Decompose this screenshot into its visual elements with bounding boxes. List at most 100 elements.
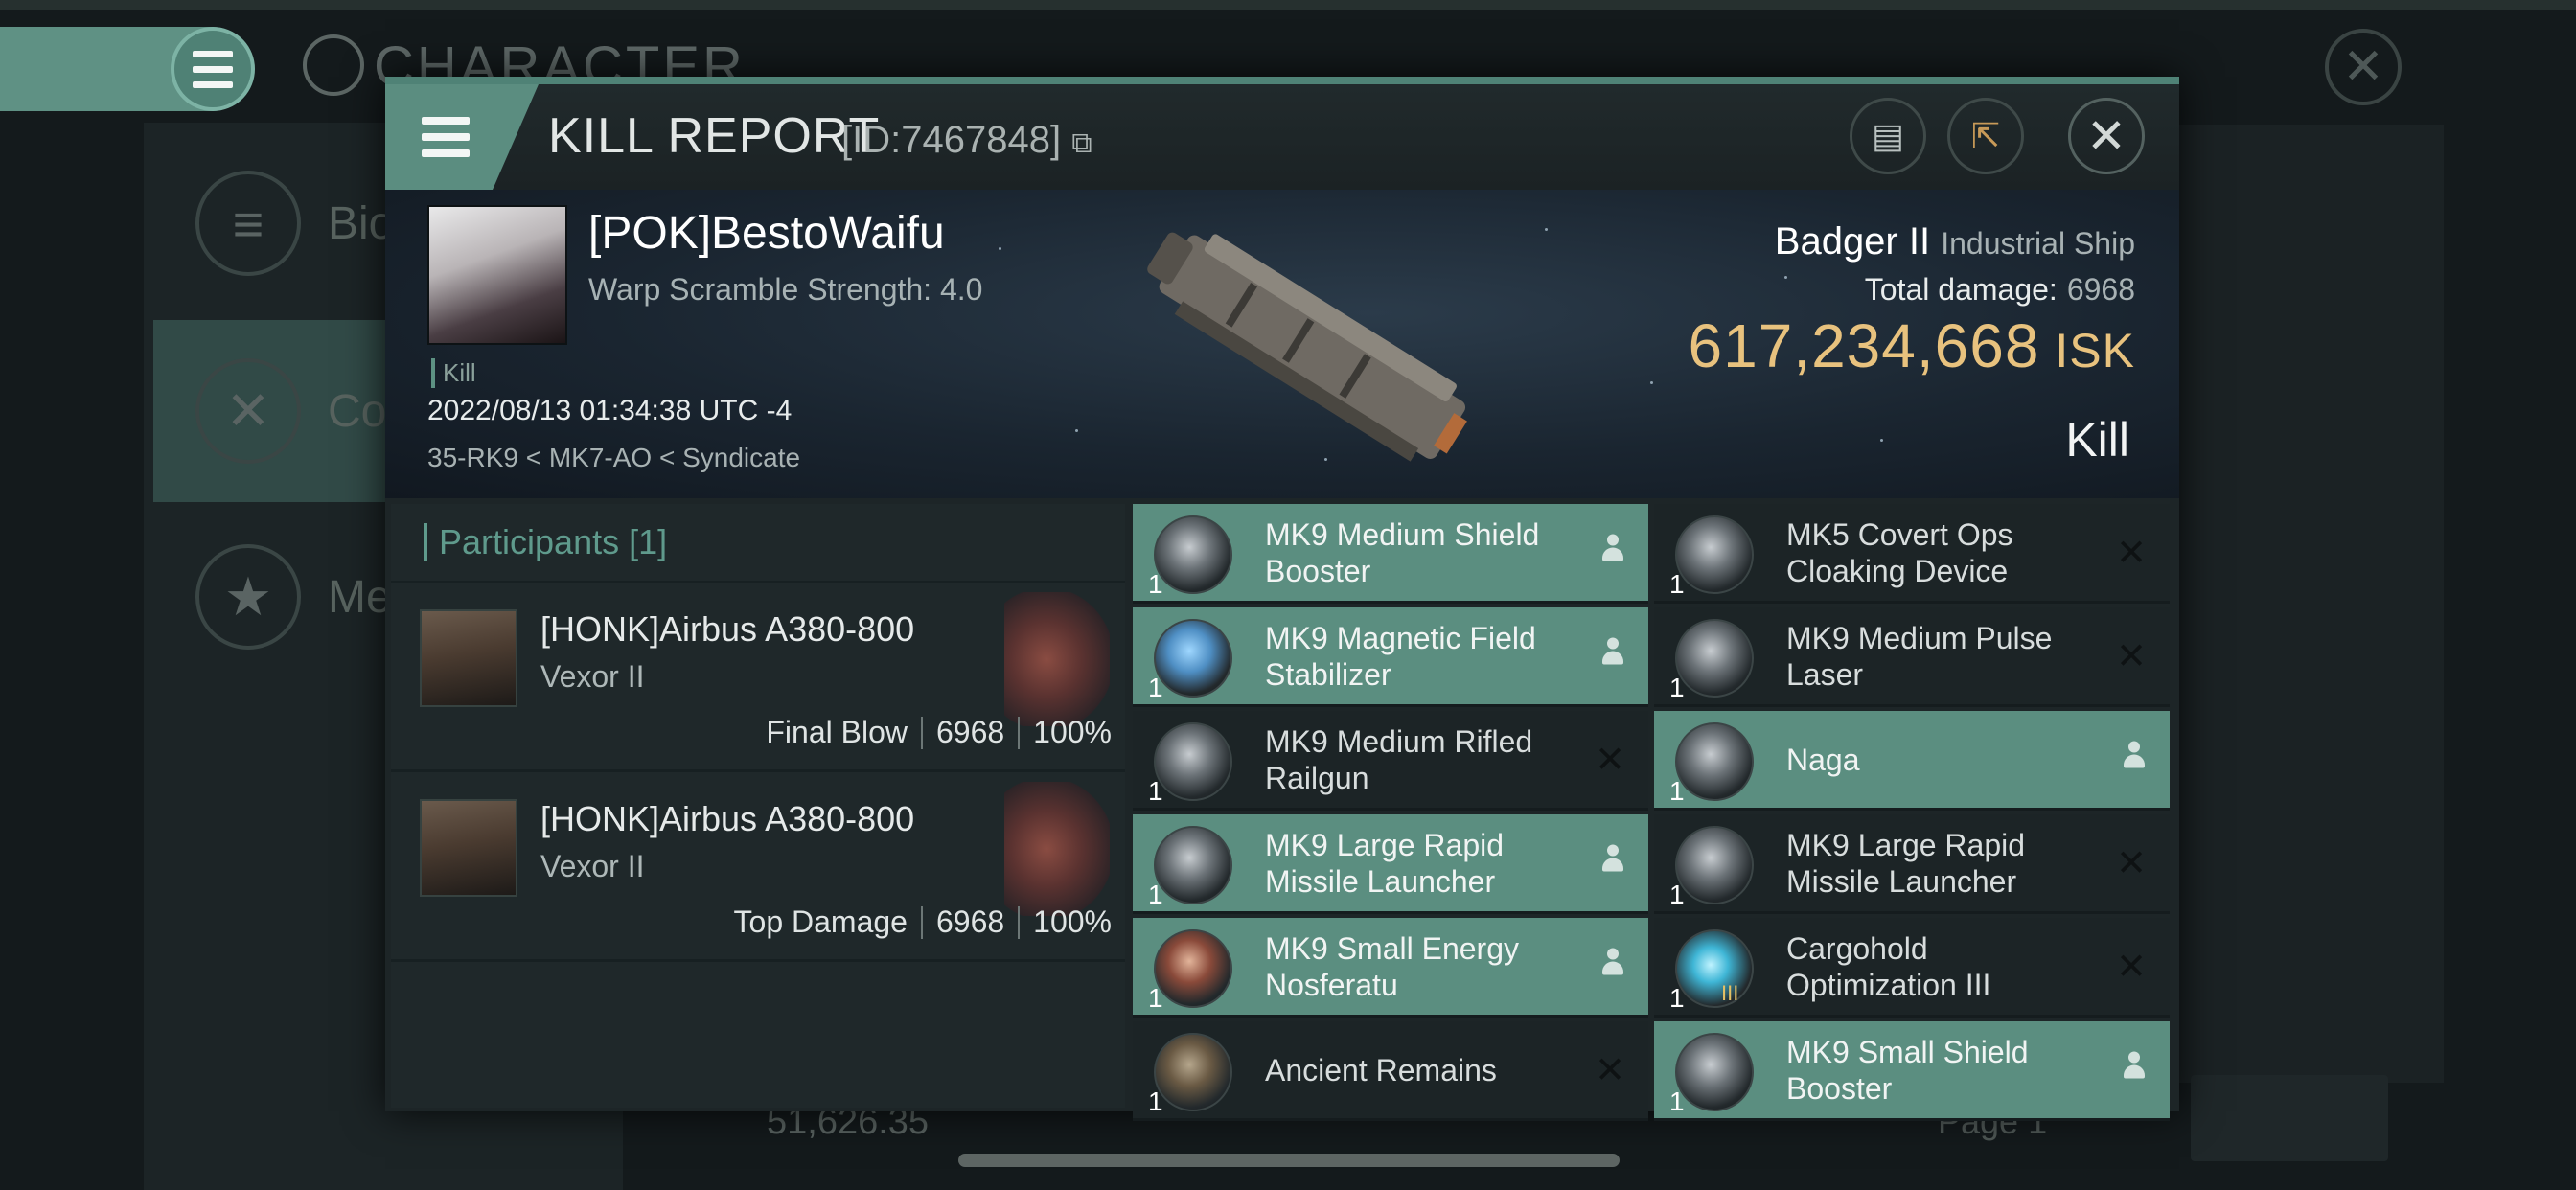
module-name: MK9 Large Rapid Missile Launcher: [1786, 827, 2026, 899]
destroyed-x-icon: ✕: [1595, 740, 1625, 780]
ancient-remains-icon: [1154, 1033, 1232, 1111]
attacker-percent: 100%: [1033, 715, 1112, 749]
share-icon: ⇱: [1970, 116, 2001, 155]
top-status-line: [0, 0, 2576, 10]
module-quantity: 1: [1669, 983, 1685, 1013]
module-name: Cargohold Optimization III: [1786, 930, 1991, 1002]
module-item[interactable]: 1 MK9 Magnetic Field Stabilizer: [1133, 607, 1648, 707]
module-item[interactable]: 1 MK9 Small Energy Nosferatu: [1133, 918, 1648, 1018]
module-item[interactable]: 1 MK9 Large Rapid Missile Launcher ✕: [1654, 814, 2170, 914]
module-quantity: 1: [1148, 880, 1163, 909]
module-quantity: 1: [1148, 569, 1163, 599]
copy-icon[interactable]: ⧉: [1071, 127, 1092, 159]
destroyed-x-icon: ✕: [2116, 533, 2147, 573]
report-button[interactable]: ▤: [1850, 98, 1926, 174]
warp-scramble-strength: Warp Scramble Strength: 4.0: [588, 272, 983, 307]
attacker-portrait[interactable]: [420, 609, 518, 707]
module-name: MK9 Large Rapid Missile Launcher: [1265, 827, 1505, 899]
attacker-role: Top Damage: [733, 904, 908, 939]
module-quantity: 1: [1669, 776, 1685, 806]
magnetic-field-stabilizer-icon: [1154, 619, 1232, 698]
missile-launcher-icon: [1675, 826, 1754, 904]
sidebar-item-label: Bio: [328, 197, 395, 249]
dialog-menu-button[interactable]: [385, 84, 539, 190]
module-item[interactable]: 1 MK9 Small Shield Booster: [1654, 1021, 2170, 1121]
crossed-swords-icon: ✕: [196, 358, 301, 464]
fitted-modules-grid: 1 MK9 Medium Shield Booster 1 MK5 Covert…: [1133, 504, 2177, 1121]
module-name: MK9 Medium Pulse Laser: [1786, 620, 2053, 692]
kill-tag: Kill: [431, 358, 476, 388]
dropped-person-icon: [1600, 844, 1625, 881]
module-item[interactable]: 1 Naga: [1654, 711, 2170, 811]
shield-booster-icon: [1154, 515, 1232, 594]
module-name: MK9 Magnetic Field Stabilizer: [1265, 620, 1536, 692]
attacker-damage: 6968: [935, 904, 1005, 939]
isk-unit: ISK: [2055, 324, 2135, 378]
filter-button[interactable]: [2191, 1075, 2388, 1161]
participants-title: Participants: [439, 522, 620, 561]
hamburger-icon: [422, 117, 470, 157]
kill-result: Kill: [2065, 413, 2129, 467]
destroyed-x-icon: ✕: [1595, 1050, 1625, 1090]
module-quantity: 1: [1669, 673, 1685, 702]
module-quantity: 1: [1669, 880, 1685, 909]
isk-value: 617,234,668 ISK: [1689, 310, 2136, 381]
nosferatu-icon: [1154, 929, 1232, 1008]
attacker-role: Final Blow: [766, 715, 908, 749]
dropped-person-icon: [2122, 1051, 2147, 1088]
dialog-accent-bar: [385, 77, 2179, 84]
attacker-name: [HONK]Airbus A380-800: [540, 799, 915, 838]
dropped-person-icon: [1600, 637, 1625, 675]
dialog-title: KILL REPORT: [548, 108, 881, 164]
attacker-ship-image: [1004, 592, 1110, 726]
module-item[interactable]: 1 MK9 Medium Shield Booster: [1133, 504, 1648, 604]
sidebar-item-label: Me: [328, 571, 392, 623]
section-marker: [424, 523, 427, 561]
ship-name[interactable]: Badger II Industrial Ship: [1775, 220, 2135, 263]
kill-report-id-text: [ID:7467848]: [841, 119, 1062, 161]
module-item[interactable]: III 1 Cargohold Optimization III ✕: [1654, 918, 2170, 1018]
module-quantity: 1: [1669, 569, 1685, 599]
attacker-damage: 6968: [935, 715, 1005, 749]
share-button[interactable]: ⇱: [1947, 98, 2024, 174]
attacker-percent: 100%: [1033, 904, 1112, 939]
module-quantity: 1: [1148, 1087, 1163, 1116]
module-name: Ancient Remains: [1265, 1052, 1497, 1087]
total-damage-label: Total damage:: [1864, 272, 2058, 307]
victim-banner: [POK]BestoWaifu Warp Scramble Strength: …: [385, 190, 2179, 498]
module-item[interactable]: 1 Ancient Remains ✕: [1133, 1021, 1648, 1121]
participants-header: Participants [1]: [391, 504, 1125, 583]
destroyed-x-icon: ✕: [2116, 843, 2147, 883]
kill-location[interactable]: 35-RK9 < MK7-AO < Syndicate: [427, 443, 800, 473]
victim-portrait[interactable]: [427, 205, 567, 345]
tech-tier-badge: III: [1721, 981, 1739, 1005]
module-item[interactable]: 1 MK5 Covert Ops Cloaking Device ✕: [1654, 504, 2170, 604]
module-name: MK9 Medium Shield Booster: [1265, 516, 1540, 588]
background-close-icon[interactable]: ✕: [2325, 29, 2402, 105]
kill-datetime: 2022/08/13 01:34:38 UTC -4: [427, 395, 793, 426]
attacker-portrait[interactable]: [420, 799, 518, 897]
attacker-row[interactable]: [HONK]Airbus A380-800 Vexor II Top Damag…: [391, 772, 1125, 962]
kill-report-id[interactable]: [ID:7467848] ⧉: [841, 119, 1092, 162]
module-quantity: 1: [1148, 776, 1163, 806]
attacker-ship: Vexor II: [540, 849, 645, 883]
naga-ship-icon: [1675, 722, 1754, 801]
attacker-ship: Vexor II: [540, 659, 645, 694]
victim-name[interactable]: [POK]BestoWaifu: [588, 207, 945, 260]
module-name: MK9 Small Shield Booster: [1786, 1034, 2029, 1106]
close-button[interactable]: ✕: [2068, 98, 2145, 174]
total-damage: Total damage: 6968: [1865, 272, 2135, 308]
participants-count: [1]: [629, 522, 668, 561]
close-icon: ✕: [2086, 109, 2127, 163]
missile-launcher-icon: [1154, 826, 1232, 904]
module-item[interactable]: 1 MK9 Large Rapid Missile Launcher: [1133, 814, 1648, 914]
main-menu-button[interactable]: [171, 27, 255, 111]
attacker-ship-image: [1004, 782, 1110, 916]
home-indicator[interactable]: [958, 1154, 1620, 1167]
dropped-person-icon: [1600, 948, 1625, 985]
module-item[interactable]: 1 MK9 Medium Rifled Railgun ✕: [1133, 711, 1648, 811]
destroyed-x-icon: ✕: [2116, 636, 2147, 676]
attacker-stats: Top Damage 6968 100%: [734, 904, 1112, 940]
attacker-row[interactable]: [HONK]Airbus A380-800 Vexor II Final Blo…: [391, 583, 1125, 772]
module-item[interactable]: 1 MK9 Medium Pulse Laser ✕: [1654, 607, 2170, 707]
